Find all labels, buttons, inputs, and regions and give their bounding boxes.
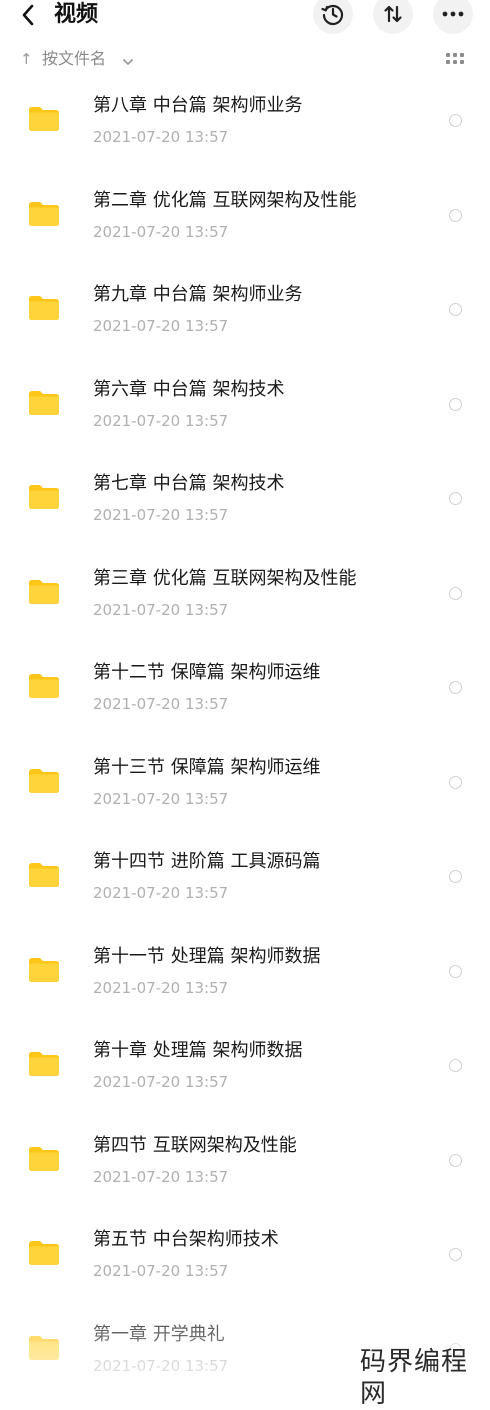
sort-direction-indicator[interactable]: ↑ <box>20 50 33 68</box>
sort-by-name-label[interactable]: 按文件名 <box>42 49 106 69</box>
file-name: 第三章 优化篇 互联网架构及性能 <box>93 567 357 589</box>
select-radio[interactable] <box>449 1059 462 1072</box>
select-radio[interactable] <box>449 870 462 883</box>
folder-icon <box>29 107 59 131</box>
file-date: 2021-07-20 13:57 <box>93 600 229 619</box>
list-item[interactable]: 第八章 中台篇 架构师业务 2021-07-20 13:57 <box>0 80 490 175</box>
select-radio[interactable] <box>449 964 462 978</box>
folder-icon <box>29 863 59 887</box>
list-item[interactable]: 第六章 中台篇 架构技术 2021-07-20 13:57 <box>0 364 490 459</box>
select-radio[interactable] <box>449 1248 462 1261</box>
file-date: 2021-07-20 13:57 <box>93 884 229 902</box>
file-name: 第五节 中台架构师技术 <box>93 1229 279 1250</box>
file-date: 2021-07-20 13:57 <box>93 411 229 430</box>
top-bar: 视频 <box>0 0 490 34</box>
folder-icon <box>29 1241 59 1265</box>
folder-icon <box>29 390 59 415</box>
list-item[interactable]: 第二章 优化篇 互联网架构及性能 2021-07-20 13:57 <box>0 175 490 270</box>
select-radio[interactable] <box>449 397 462 411</box>
sort-bar: ↑ 按文件名 <box>0 42 490 76</box>
list-item[interactable]: 第三章 优化篇 互联网架构及性能 2021-07-20 13:57 <box>0 553 490 648</box>
file-list: 第八章 中台篇 架构师业务 2021-07-20 13:57 第二章 优化篇 互联网… <box>0 80 490 1403</box>
list-item[interactable]: 第十一节 处理篇 架构师数据 2021-07-20 13:57 <box>0 931 490 1026</box>
file-name: 第十二节 保障篇 架构师运维 <box>93 662 321 683</box>
folder-icon <box>29 296 59 320</box>
file-date: 2021-07-20 13:57 <box>93 1356 229 1375</box>
file-date: 2021-07-20 13:57 <box>93 978 229 997</box>
file-name: 第十三节 保障篇 架构师运维 <box>93 756 321 778</box>
page-title: 视频 <box>54 2 99 27</box>
folder-icon <box>29 1146 59 1171</box>
file-name: 第十四节 进阶篇 工具源码篇 <box>93 851 321 872</box>
file-name: 第四节 互联网架构及性能 <box>93 1134 297 1156</box>
sort-chevron[interactable] <box>122 52 134 71</box>
history-button[interactable] <box>313 0 353 34</box>
file-date: 2021-07-20 13:57 <box>93 128 229 146</box>
list-item[interactable]: 第十二节 保障篇 架构师运维 2021-07-20 13:57 <box>0 647 490 742</box>
select-radio[interactable] <box>449 681 462 694</box>
file-date: 2021-07-20 13:57 <box>93 1167 229 1186</box>
chevron-down-icon <box>123 59 133 65</box>
more-horizontal-icon <box>442 11 464 17</box>
file-date: 2021-07-20 13:57 <box>93 222 229 241</box>
file-name: 第一章 开学典礼 <box>93 1323 225 1345</box>
select-radio[interactable] <box>449 1153 462 1167</box>
folder-icon <box>29 1052 59 1076</box>
back-button[interactable] <box>16 2 40 28</box>
list-item[interactable]: 第五节 中台架构师技术 2021-07-20 13:57 <box>0 1214 490 1309</box>
watermark-text: 码界编程网 <box>360 1347 469 1409</box>
list-item[interactable]: 第七章 中台篇 架构技术 2021-07-20 13:57 <box>0 458 490 553</box>
file-date: 2021-07-20 13:57 <box>93 1073 229 1091</box>
list-item[interactable]: 第十四节 进阶篇 工具源码篇 2021-07-20 13:57 <box>0 836 490 931</box>
select-radio[interactable] <box>449 775 462 789</box>
sort-swap-icon <box>384 5 402 23</box>
more-button[interactable] <box>433 0 473 34</box>
folder-icon <box>29 1335 59 1360</box>
history-icon <box>321 4 344 26</box>
select-radio[interactable] <box>449 114 462 127</box>
folder-icon <box>29 768 59 793</box>
chevron-left-icon <box>22 4 34 26</box>
folder-icon <box>29 674 59 698</box>
file-date: 2021-07-20 13:57 <box>93 506 229 524</box>
select-radio[interactable] <box>449 303 462 316</box>
folder-icon <box>29 579 59 604</box>
file-date: 2021-07-20 13:57 <box>93 1262 229 1280</box>
file-date: 2021-07-20 13:57 <box>93 317 229 335</box>
list-item[interactable]: 第四节 互联网架构及性能 2021-07-20 13:57 <box>0 1120 490 1215</box>
file-name: 第十章 处理篇 架构师数据 <box>93 1040 303 1061</box>
sort-button[interactable] <box>373 0 413 34</box>
file-name: 第二章 优化篇 互联网架构及性能 <box>93 189 357 211</box>
list-item[interactable]: 第十三节 保障篇 架构师运维 2021-07-20 13:57 <box>0 742 490 837</box>
folder-icon <box>29 957 59 982</box>
file-name: 第六章 中台篇 架构技术 <box>93 378 285 400</box>
file-name: 第八章 中台篇 架构师业务 <box>93 95 303 116</box>
select-radio[interactable] <box>449 586 462 600</box>
file-date: 2021-07-20 13:57 <box>93 789 229 808</box>
select-radio[interactable] <box>449 492 462 505</box>
file-name: 第七章 中台篇 架构技术 <box>93 473 285 494</box>
file-name: 第十一节 处理篇 架构师数据 <box>93 945 321 967</box>
grid-view-icon[interactable] <box>446 53 464 65</box>
file-date: 2021-07-20 13:57 <box>93 695 229 713</box>
select-radio[interactable] <box>449 208 462 222</box>
file-name: 第九章 中台篇 架构师业务 <box>93 284 303 305</box>
folder-icon <box>29 201 59 226</box>
folder-icon <box>29 485 59 509</box>
list-item[interactable]: 第九章 中台篇 架构师业务 2021-07-20 13:57 <box>0 269 490 364</box>
list-item[interactable]: 第十章 处理篇 架构师数据 2021-07-20 13:57 <box>0 1025 490 1120</box>
